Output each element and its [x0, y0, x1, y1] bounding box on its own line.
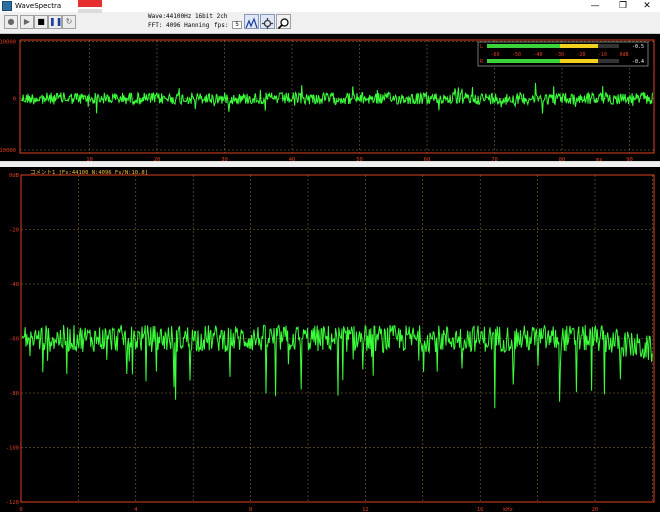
wave-x-tick: 20 — [154, 157, 161, 162]
spectrum-x-tick: 0 — [19, 507, 22, 512]
level-meter-scale-tick: -10 — [598, 52, 607, 58]
play-icon[interactable]: ▶ — [20, 15, 34, 29]
spectrum-panel[interactable]: 0dB -20 -40 -60 -80 -100 -120 0 4 8 12 16 20 コメント1 … — [0, 167, 660, 512]
level-meter-left-value: -0.5 — [632, 44, 644, 50]
spectrum-x-unit: kHz — [503, 507, 513, 512]
settings-icon[interactable] — [260, 14, 275, 29]
toolbar: ● ▶ ■ ❚❚ ↻ — [0, 12, 660, 34]
level-meter-scale-tick: -40 — [533, 52, 542, 58]
input-level-indicator — [78, 0, 102, 7]
level-meter: -60 -50 -40 -30 -20 -10 0dB L R -0.5 -0.4 — [477, 41, 649, 67]
level-meter-left-label: L — [480, 44, 483, 50]
spectrum-trace — [21, 324, 653, 409]
fft-info: FFT: 4096 Hanning — [148, 22, 210, 29]
level-meter-right-value: -0.4 — [632, 59, 644, 65]
wave-y-tick: -10000 — [0, 148, 16, 154]
waveform-panel[interactable]: 10000 0 -10000 10 20 30 40 50 60 70 80 90 -60 -50 -4… — [0, 34, 660, 163]
wave-x-unit: ms — [596, 157, 603, 162]
zoom-icon[interactable] — [276, 14, 291, 30]
spectrum-y-tick: -100 — [6, 446, 19, 452]
level-meter-scale-tick: -50 — [512, 52, 521, 58]
level-meter-scale-tick: -20 — [576, 52, 585, 58]
wave-y-tick: 0 — [13, 97, 16, 103]
fps-label: fps: — [214, 22, 229, 29]
app-icon — [2, 1, 12, 11]
wavespectra-window: WaveSpectra — ❐ ✕ ● ▶ ■ ❚❚ ↻ Wave:44100H… — [0, 0, 660, 512]
spectrum-y-tick: -120 — [6, 500, 19, 506]
spectrum-x-tick: 4 — [134, 507, 138, 512]
stop-icon[interactable]: ■ — [34, 15, 48, 29]
level-meter-scale-tick: 0dB — [619, 52, 628, 58]
wave-x-tick: 60 — [424, 157, 431, 162]
spectrum-x-tick: 12 — [362, 507, 369, 512]
spectrum-y-tick: -20 — [9, 228, 19, 234]
spectrum-y-tick: -60 — [9, 337, 19, 343]
window-title: WaveSpectra — [15, 2, 62, 10]
spectrum-y-tick: -80 — [9, 391, 19, 397]
spectrum-y-tick: 0dB — [9, 173, 20, 179]
fps-field[interactable]: 5 — [232, 21, 242, 29]
wave-x-tick: 50 — [356, 157, 363, 162]
waveform-view-icon[interactable] — [244, 14, 259, 29]
level-meter-scale-tick: -60 — [490, 52, 499, 58]
level-meter-scale-tick: -30 — [555, 52, 564, 58]
wave-x-tick: 80 — [559, 157, 566, 162]
spectrum-x-tick: 8 — [249, 507, 252, 512]
loop-icon[interactable]: ↻ — [62, 15, 76, 29]
pause-icon[interactable]: ❚❚ — [48, 15, 62, 29]
record-icon[interactable]: ● — [4, 15, 18, 29]
wave-x-tick: 90 — [626, 157, 633, 162]
spectrum-plot[interactable]: 0dB -20 -40 -60 -80 -100 -120 0 4 8 12 16 20 コメント1 … — [0, 167, 660, 512]
spectrum-x-tick: 20 — [592, 507, 599, 512]
close-button[interactable]: ✕ — [634, 0, 660, 12]
wave-x-tick: 30 — [221, 157, 228, 162]
spectrum-comment: コメント1 [Fs:44100 N:4096 Fs/N:10.8] — [30, 169, 148, 176]
input-level-indicator-right — [78, 9, 102, 13]
wave-x-tick: 70 — [491, 157, 498, 162]
minimize-button[interactable]: — — [582, 0, 608, 12]
wave-x-tick: 40 — [289, 157, 296, 162]
wave-x-tick: 10 — [86, 157, 93, 162]
wave-format-info: Wave:44100Hz 16bit 2ch — [148, 13, 228, 20]
maximize-button[interactable]: ❐ — [610, 0, 636, 12]
spectrum-y-tick: -40 — [9, 282, 19, 288]
spectrum-x-tick: 16 — [477, 507, 484, 512]
wave-y-tick: 10000 — [0, 40, 16, 46]
waveform-plot[interactable]: 10000 0 -10000 10 20 30 40 50 60 70 80 90 -60 -50 -4… — [0, 34, 660, 163]
